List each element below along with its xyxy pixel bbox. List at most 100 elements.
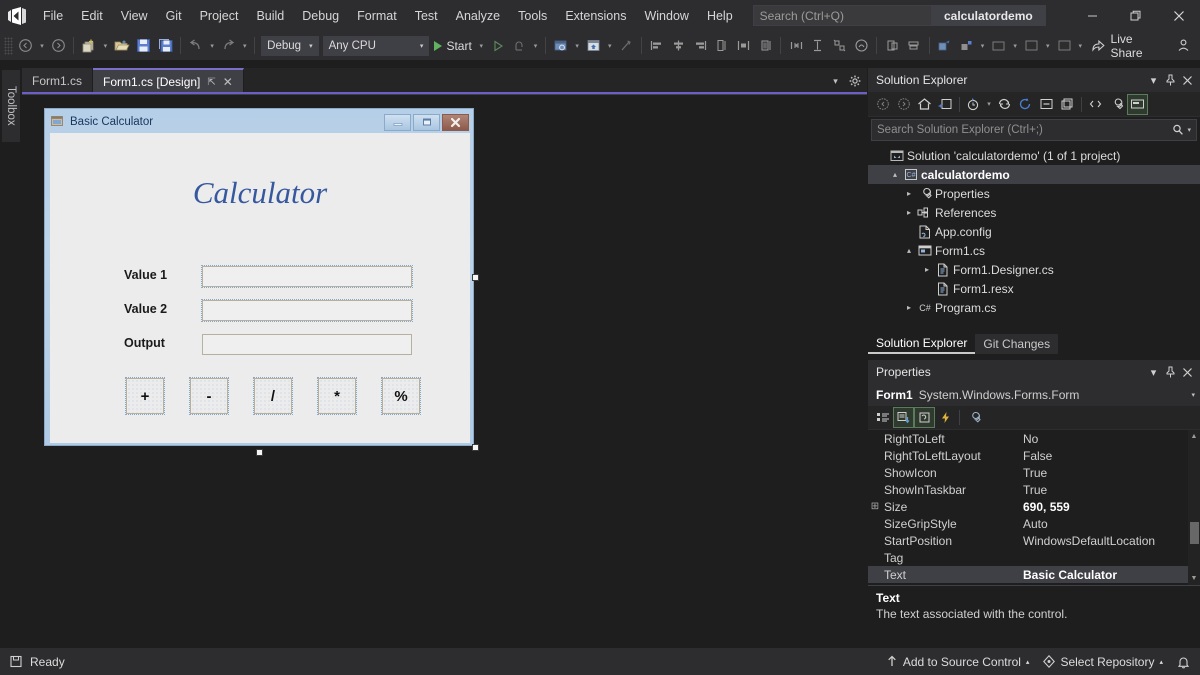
open-file-icon[interactable] <box>111 35 133 57</box>
hot-reload-icon[interactable] <box>508 35 530 57</box>
send-to-back-icon[interactable] <box>903 35 925 57</box>
op-button-minus[interactable]: - <box>189 377 229 415</box>
tree-node-project[interactable]: ▴ C# calculatordemo <box>868 165 1200 184</box>
navigate-backward-icon[interactable] <box>15 35 37 57</box>
menu-item-edit[interactable]: Edit <box>72 0 112 31</box>
new-project-dropdown[interactable]: ▾ <box>100 35 111 57</box>
feedback-icon[interactable] <box>1172 35 1194 57</box>
scrollbar-thumb[interactable] <box>1190 522 1199 544</box>
resize-handle-bottom[interactable] <box>256 449 263 456</box>
property-row[interactable]: RightToLeft No <box>868 430 1200 447</box>
op-button-divide[interactable]: / <box>253 377 293 415</box>
property-row[interactable]: ShowIcon True <box>868 464 1200 481</box>
tree-node-form1-designer-cs[interactable]: ▸ Form1.Designer.cs <box>868 260 1200 279</box>
increase-horizontal-spacing-icon[interactable] <box>785 35 807 57</box>
events-icon[interactable] <box>935 407 956 428</box>
scroll-down-arrow[interactable]: ▼ <box>1188 572 1200 585</box>
form-close-button[interactable] <box>442 113 469 131</box>
align-rights-icon[interactable] <box>689 35 711 57</box>
undo-icon[interactable] <box>185 35 207 57</box>
tree-twisty[interactable]: ▸ <box>902 189 916 198</box>
restore-button[interactable] <box>1114 0 1157 31</box>
op-button-plus[interactable]: + <box>125 377 165 415</box>
menu-item-file[interactable]: File <box>34 0 72 31</box>
switch-views-icon[interactable] <box>935 94 956 115</box>
solution-configuration-combo[interactable]: Debug ▾ <box>261 35 319 56</box>
tree-twisty[interactable]: ▸ <box>902 303 916 312</box>
value1-input[interactable] <box>201 265 413 288</box>
property-value[interactable]: Auto <box>1019 517 1200 531</box>
close-button[interactable] <box>1157 0 1200 31</box>
live-share-button[interactable]: Live Share <box>1086 32 1172 60</box>
op-button-percent[interactable]: % <box>381 377 421 415</box>
property-row[interactable]: ⊞ Size 690, 559 <box>868 498 1200 515</box>
tree-node-properties[interactable]: ▸ Properties <box>868 184 1200 203</box>
close-icon[interactable] <box>1179 362 1196 382</box>
menu-item-format[interactable]: Format <box>348 0 406 31</box>
solution-platform-combo[interactable]: Any CPU ▾ <box>322 35 430 56</box>
tree-twisty[interactable]: ▸ <box>902 208 916 217</box>
view-code-icon[interactable] <box>1085 94 1106 115</box>
chevron-down-icon[interactable]: ▾ <box>1191 391 1195 399</box>
menu-item-test[interactable]: Test <box>406 0 447 31</box>
align-lefts-icon[interactable] <box>646 35 668 57</box>
menu-item-build[interactable]: Build <box>247 0 293 31</box>
output-window-icon[interactable] <box>1053 35 1075 57</box>
refresh-icon[interactable] <box>1015 94 1036 115</box>
forward-icon[interactable] <box>893 94 914 115</box>
property-value[interactable]: 690, 559 <box>1019 500 1200 514</box>
hot-reload-dropdown[interactable]: ▾ <box>530 35 541 57</box>
bring-to-front-icon[interactable] <box>881 35 903 57</box>
property-value[interactable]: WindowsDefaultLocation <box>1019 534 1200 548</box>
search-options-caret[interactable]: ▾ <box>1187 126 1191 134</box>
menu-item-view[interactable]: View <box>112 0 157 31</box>
properties-dropdown[interactable]: ▾ <box>977 35 988 57</box>
global-search-input[interactable]: Search (Ctrl+Q) <box>752 5 958 26</box>
output-input[interactable] <box>202 334 412 355</box>
toolbar-grip[interactable] <box>4 36 13 55</box>
tab-form1-cs[interactable]: Form1.cs <box>22 68 94 94</box>
add-to-source-control-button[interactable]: Add to Source Control ▴ <box>886 655 1030 669</box>
property-row-selected[interactable]: Text Basic Calculator <box>868 566 1200 583</box>
scroll-up-arrow[interactable]: ▲ <box>1188 430 1200 443</box>
pin-icon[interactable] <box>1162 362 1179 382</box>
navigate-backward-dropdown[interactable]: ▾ <box>37 35 48 57</box>
resize-handle-right[interactable] <box>472 274 479 281</box>
pin-icon[interactable] <box>1162 70 1179 90</box>
view-designer-icon[interactable] <box>1127 93 1148 115</box>
notifications-button[interactable] <box>1177 655 1190 669</box>
menu-item-analyze[interactable]: Analyze <box>447 0 509 31</box>
property-row[interactable]: StartPosition WindowsDefaultLocation <box>868 532 1200 549</box>
tree-node-references[interactable]: ▸ References <box>868 203 1200 222</box>
menu-item-window[interactable]: Window <box>635 0 697 31</box>
output-dropdown[interactable]: ▾ <box>1075 35 1086 57</box>
error-list-icon[interactable] <box>1021 35 1043 57</box>
property-value[interactable]: True <box>1019 466 1200 480</box>
menu-item-debug[interactable]: Debug <box>293 0 348 31</box>
menu-item-extensions[interactable]: Extensions <box>556 0 635 31</box>
toolbox-window-icon[interactable] <box>988 35 1010 57</box>
redo-dropdown[interactable]: ▾ <box>239 35 250 57</box>
properties-window-icon[interactable] <box>955 35 977 57</box>
toolbox-dropdown[interactable]: ▾ <box>1010 35 1021 57</box>
make-same-width-icon[interactable] <box>711 35 733 57</box>
chevron-up-icon[interactable]: ▴ <box>1026 658 1030 666</box>
property-row[interactable]: SizeGripStyle Auto <box>868 515 1200 532</box>
property-row[interactable]: Tag <box>868 549 1200 566</box>
start-debug-button[interactable]: Start <box>431 35 475 57</box>
close-icon[interactable] <box>1179 70 1196 90</box>
property-row[interactable]: TopMost False <box>868 583 1200 586</box>
tree-twisty[interactable]: ▸ <box>920 265 934 274</box>
back-icon[interactable] <box>872 94 893 115</box>
tree-node-program-cs[interactable]: ▸ C# Program.cs <box>868 298 1200 317</box>
save-icon[interactable] <box>133 35 155 57</box>
size-to-grid-icon[interactable] <box>829 35 851 57</box>
start-dropdown[interactable]: ▾ <box>476 35 487 57</box>
categorized-icon[interactable] <box>872 407 893 428</box>
toolbox-tab[interactable]: Toolbox <box>2 70 20 142</box>
properties-grid[interactable]: RightToLeft No RightToLeftLayout False S… <box>868 430 1200 585</box>
property-expander[interactable]: ⊞ <box>868 501 882 512</box>
toolbar-options-icon[interactable] <box>615 35 637 57</box>
tab-form1-cs-design[interactable]: Form1.cs [Design] ⇱ ✕ <box>93 68 244 94</box>
property-pages-icon[interactable] <box>963 407 984 428</box>
